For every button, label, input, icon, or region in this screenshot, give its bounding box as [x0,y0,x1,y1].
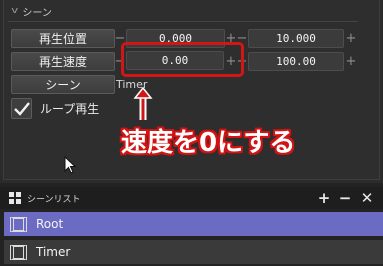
annotation-arrow-icon [133,86,153,120]
play-position-end-field[interactable]: 10.000 [248,29,344,48]
scene-list-item-label: Timer [36,245,71,259]
play-position-end-increment[interactable]: + [345,29,357,48]
scene-list-item-timer[interactable]: Timer [4,240,383,264]
section-divider [8,21,358,22]
close-panel-button[interactable]: ✕ [359,188,375,208]
scene-list-item-root[interactable]: Root [4,212,383,236]
scene-section-title: シーン [22,7,52,19]
loop-play-checkbox[interactable] [11,98,32,119]
scene-properties-panel: v シーン 再生位置 − 0.000 + − 10.000 + 再生速度 − 0… [0,0,383,183]
loop-play-label: ループ再生 [40,102,100,116]
film-icon [10,216,27,232]
play-speed-end-increment[interactable]: + [345,52,357,71]
mouse-cursor-icon [64,156,76,174]
speed-highlight-box [121,42,244,77]
scene-button[interactable]: シーン [11,75,115,94]
checkmark-icon [13,101,30,116]
scene-list-item-label: Root [36,217,64,231]
annotation-text: 速度を0にする [121,128,296,158]
scene-list-title: シーンリスト [27,194,81,205]
play-position-button[interactable]: 再生位置 [11,29,115,48]
play-speed-button[interactable]: 再生速度 [11,52,115,71]
scene-section-header[interactable]: v シーン [11,4,52,19]
chevron-down-icon: v [11,6,19,16]
remove-scene-button[interactable]: − [337,188,353,208]
add-scene-button[interactable]: + [316,188,332,208]
grid-icon [9,192,21,204]
film-icon [10,244,27,260]
play-speed-end-field[interactable]: 100.00 [248,52,344,71]
